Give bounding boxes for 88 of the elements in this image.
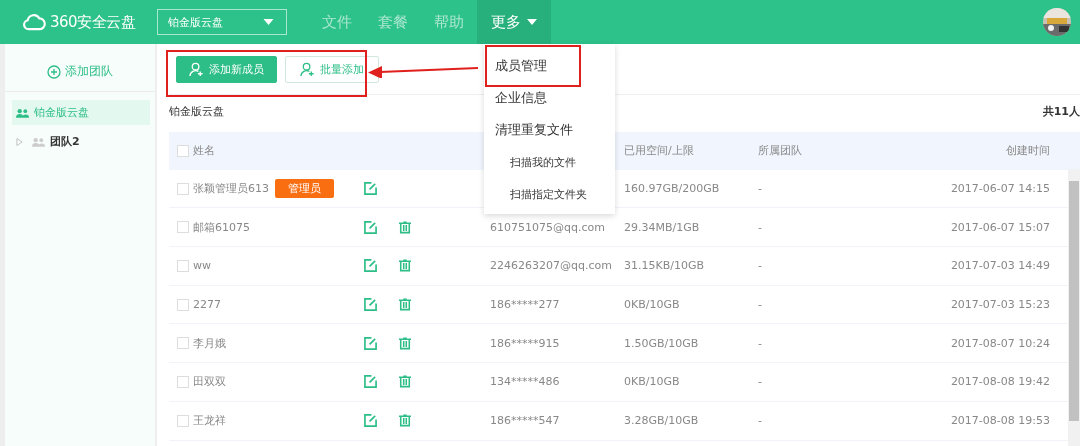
table-cell: 2246263207@qq.com bbox=[490, 259, 612, 273]
logo-text: 360安全云盘 bbox=[50, 12, 136, 32]
edit-icon[interactable] bbox=[364, 259, 377, 273]
checkbox[interactable] bbox=[177, 182, 189, 195]
edit-icon[interactable] bbox=[364, 336, 377, 350]
checkbox[interactable] bbox=[177, 337, 189, 350]
breadcrumb: 铂金版云盘 bbox=[169, 103, 224, 119]
table-cell: 610751075@qq.com bbox=[490, 220, 605, 234]
tree-label: 团队2 bbox=[50, 134, 80, 149]
menu-item[interactable]: 企业信息 bbox=[484, 82, 615, 114]
table-cell: 134*****486 bbox=[490, 375, 560, 389]
admin-badge: 管理员 bbox=[275, 179, 334, 199]
column-header: 已用空间/上限 bbox=[624, 143, 694, 159]
column-header: 姓名 bbox=[193, 143, 215, 159]
delete-icon[interactable] bbox=[399, 220, 411, 234]
table-cell: 0KB/10GB bbox=[624, 375, 680, 389]
group-icon bbox=[16, 107, 29, 118]
nav-tab[interactable]: 帮助 bbox=[421, 0, 477, 44]
delete-icon[interactable] bbox=[399, 259, 411, 273]
caret-icon bbox=[263, 19, 274, 25]
member-count: 共11人 bbox=[1042, 103, 1080, 119]
space-selector[interactable]: 铂金版云盘 bbox=[157, 9, 287, 35]
table-cell: - bbox=[758, 336, 762, 350]
member-name: 2277 bbox=[193, 298, 221, 312]
table-cell: 1.50GB/10GB bbox=[624, 336, 699, 350]
checkbox[interactable] bbox=[177, 375, 189, 388]
member-name: 张颖管理员613 bbox=[193, 181, 269, 197]
table-cell: 186*****547 bbox=[490, 414, 560, 428]
delete-icon[interactable] bbox=[399, 336, 411, 350]
table-cell: - bbox=[758, 182, 762, 196]
table-cell: - bbox=[758, 259, 762, 273]
delete-icon[interactable] bbox=[399, 298, 411, 312]
table-cell: 2017-06-07 14:15 bbox=[950, 182, 1050, 196]
member-name: 李月娥 bbox=[193, 335, 226, 351]
checkbox[interactable] bbox=[177, 144, 189, 157]
column-header: 创建时间 bbox=[1006, 143, 1050, 159]
add-user-icon bbox=[189, 61, 204, 77]
menu-item[interactable]: 扫描指定文件夹 bbox=[484, 178, 615, 210]
table-cell: 2017-08-08 19:42 bbox=[950, 375, 1050, 389]
tree-label: 铂金版云盘 bbox=[34, 105, 89, 120]
checkbox[interactable] bbox=[177, 259, 189, 272]
table-cell: 31.15KB/10GB bbox=[624, 259, 705, 273]
table-cell: 29.34MB/1GB bbox=[624, 220, 700, 234]
table-cell: - bbox=[758, 375, 762, 389]
column-header: 所属团队 bbox=[758, 143, 802, 159]
add-user-icon bbox=[300, 61, 315, 77]
menu-item[interactable]: 扫描我的文件 bbox=[484, 146, 615, 178]
edit-icon[interactable] bbox=[364, 414, 377, 428]
nav-tab[interactable]: 更多 bbox=[477, 0, 551, 44]
table-cell: 186*****915 bbox=[490, 336, 560, 350]
cloud-icon bbox=[22, 13, 46, 31]
menu-item[interactable]: 成员管理 bbox=[484, 50, 615, 82]
nav-tab[interactable]: 套餐 bbox=[365, 0, 421, 44]
table-cell: 2017-07-03 15:23 bbox=[950, 298, 1050, 312]
member-name: ww bbox=[193, 259, 211, 273]
edit-icon[interactable] bbox=[364, 375, 377, 389]
tree-item[interactable]: 铂金版云盘 bbox=[12, 100, 150, 125]
tree-item[interactable]: 团队2 bbox=[12, 129, 150, 154]
table-cell: 2017-08-07 10:24 bbox=[950, 336, 1050, 350]
add-member-button[interactable]: 添加新成员 bbox=[176, 55, 277, 83]
add-icon bbox=[47, 64, 61, 79]
table-cell: 160.97GB/200GB bbox=[624, 182, 720, 196]
table-cell: - bbox=[758, 414, 762, 428]
delete-icon[interactable] bbox=[399, 414, 411, 428]
edit-icon[interactable] bbox=[364, 298, 377, 312]
table-cell: - bbox=[758, 220, 762, 234]
table-cell: - bbox=[758, 298, 762, 312]
table-cell: 2017-06-07 15:07 bbox=[950, 220, 1050, 234]
scrollbar[interactable] bbox=[1068, 169, 1080, 446]
group-icon bbox=[32, 136, 45, 147]
table-cell: 2017-08-08 19:53 bbox=[950, 414, 1050, 428]
table-cell: 0KB/10GB bbox=[624, 298, 680, 312]
member-name: 邮箱61075 bbox=[193, 219, 250, 235]
batch-add-button[interactable]: 批量添加 bbox=[285, 55, 379, 83]
member-name: 王龙祥 bbox=[193, 413, 226, 429]
table-cell: 3.28GB/10GB bbox=[624, 414, 699, 428]
edit-icon[interactable] bbox=[364, 220, 377, 234]
edit-icon[interactable] bbox=[364, 182, 377, 196]
checkbox[interactable] bbox=[177, 414, 189, 427]
table-cell: 2017-07-03 14:49 bbox=[950, 259, 1050, 273]
menu-item[interactable]: 清理重复文件 bbox=[484, 114, 615, 146]
checkbox[interactable] bbox=[177, 298, 189, 311]
nav-tab[interactable]: 文件 bbox=[309, 0, 365, 44]
table-cell: 186*****277 bbox=[490, 298, 560, 312]
checkbox[interactable] bbox=[177, 221, 189, 234]
member-name: 田双双 bbox=[193, 374, 226, 390]
delete-icon[interactable] bbox=[399, 375, 411, 389]
add-team-button[interactable]: 添加团队 bbox=[41, 62, 119, 81]
